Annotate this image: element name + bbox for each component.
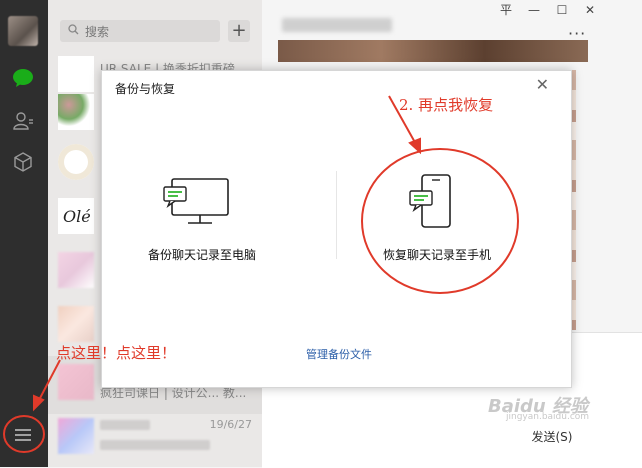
divider	[336, 171, 337, 259]
dialog-title: 备份与恢复	[115, 82, 176, 96]
minimize-button[interactable]: —	[522, 0, 546, 20]
menu-icon[interactable]	[10, 422, 36, 448]
restore-to-phone-button[interactable]	[402, 173, 462, 233]
search-icon	[68, 24, 79, 38]
left-sidebar	[0, 0, 48, 467]
avatar[interactable]	[8, 16, 38, 46]
add-chat-button[interactable]: +	[228, 20, 250, 42]
backup-to-pc-button[interactable]	[150, 175, 240, 231]
blurred-preview	[100, 440, 210, 450]
chat-thumbnail: Olé	[58, 198, 94, 234]
list-item[interactable]: 19/6/27	[48, 410, 262, 467]
chat-thumbnail	[58, 144, 94, 180]
chat-thumbnail	[58, 252, 94, 288]
chat-time: 19/6/27	[209, 418, 252, 431]
send-button[interactable]: 发送(S)	[522, 425, 582, 449]
search-placeholder: 搜索	[85, 24, 110, 39]
blurred-name	[100, 420, 150, 430]
backup-label[interactable]: 备份聊天记录至电脑	[148, 246, 256, 263]
chat-thumbnail	[58, 306, 94, 342]
manage-backup-link[interactable]: 管理备份文件	[306, 346, 372, 362]
chat-image-message	[278, 40, 588, 62]
close-button[interactable]: ✕	[578, 0, 602, 20]
backup-restore-dialog: 备份与恢复 ✕ 备份聊天记录至电脑 恢复聊天记录至手机 管理备份文件	[101, 70, 572, 388]
chat-thumbnail	[58, 364, 94, 400]
svg-text:Olé: Olé	[63, 207, 91, 226]
phone-icon	[409, 174, 451, 228]
chat-title	[282, 18, 392, 32]
restore-label[interactable]: 恢复聊天记录至手机	[383, 246, 491, 263]
contacts-icon[interactable]	[11, 109, 35, 133]
maximize-button[interactable]: ☐	[550, 0, 574, 20]
close-icon[interactable]: ✕	[536, 75, 549, 94]
search-input[interactable]: 搜索	[60, 20, 220, 42]
pin-button[interactable]: 平	[494, 0, 518, 20]
watermark-url: jingyan.baidu.com	[506, 412, 590, 422]
chat-thumbnail	[58, 94, 94, 130]
chat-thumbnail	[58, 418, 94, 454]
annotation-step2: 2. 再点我恢复	[399, 96, 494, 114]
annotation-click-here: 点这里！点这里！	[56, 344, 177, 362]
chat-bubble-icon[interactable]	[11, 66, 35, 90]
monitor-icon	[163, 178, 229, 224]
box-icon[interactable]	[11, 150, 35, 174]
